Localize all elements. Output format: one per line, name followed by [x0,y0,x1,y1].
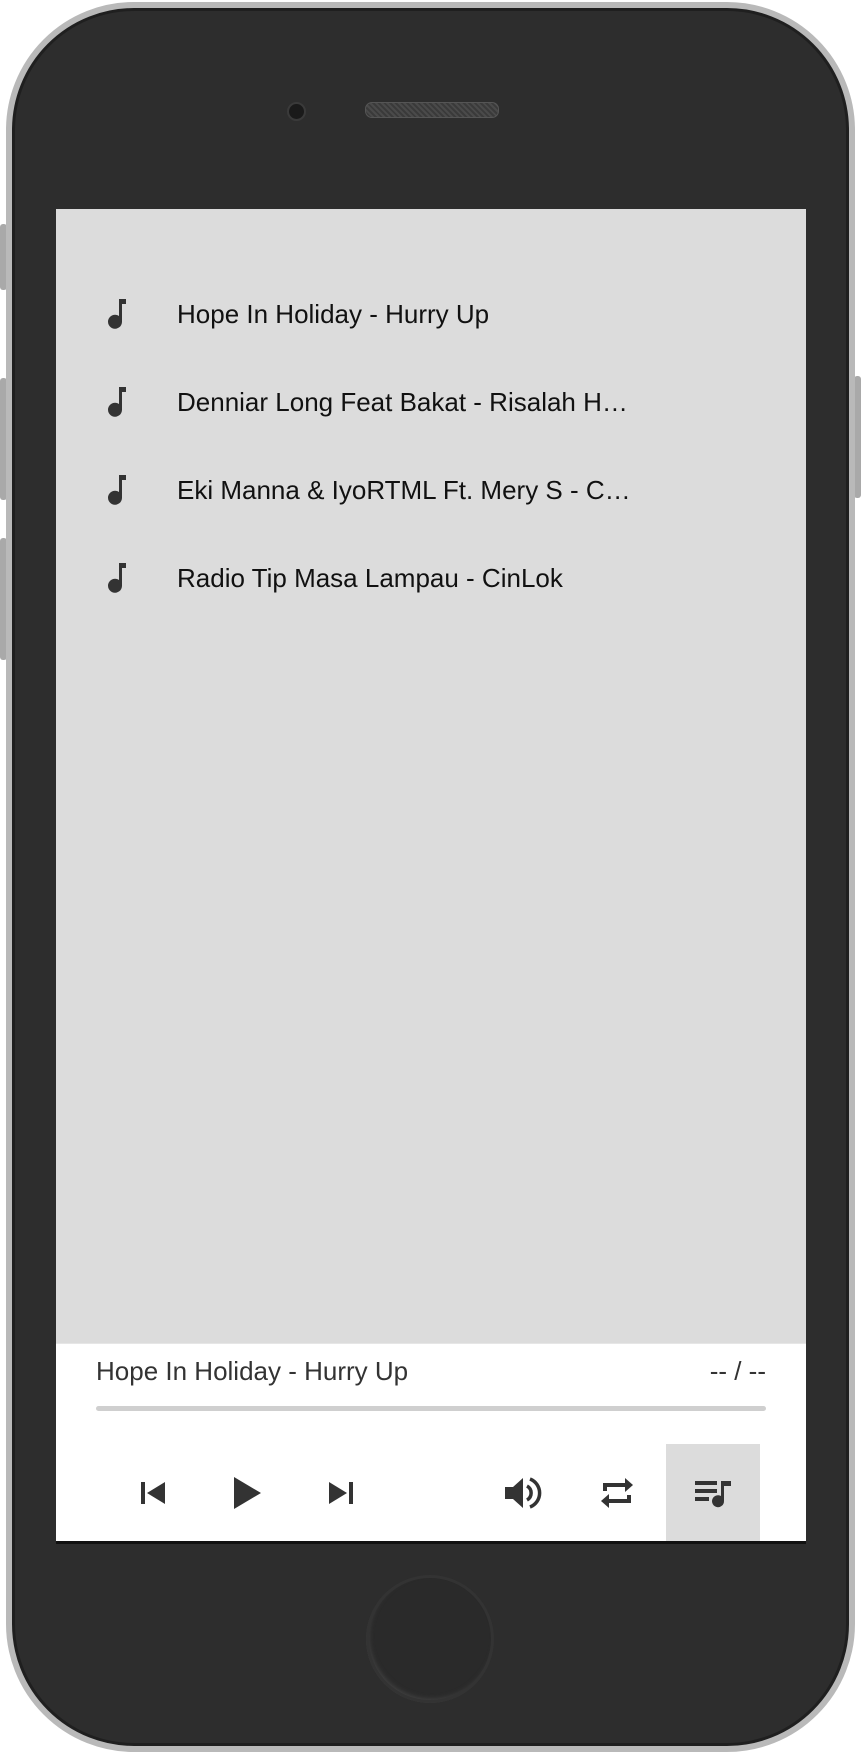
volume-button[interactable] [476,1444,570,1542]
repeat-button[interactable] [570,1444,664,1542]
now-playing-title: Hope In Holiday - Hurry Up [96,1356,409,1386]
device-stage: Hope In Holiday - Hurry Up Denniar Long … [0,0,861,1754]
music-note-icon [108,475,126,505]
skip-previous-icon [141,1482,165,1504]
list-item[interactable]: Denniar Long Feat Bakat - Risalah H… [56,362,806,442]
repeat-icon [601,1478,633,1508]
music-note-icon [108,299,126,329]
play-icon [234,1477,261,1509]
previous-button[interactable] [106,1444,200,1542]
home-button[interactable] [366,1575,494,1703]
skip-next-icon [329,1482,353,1504]
track-title: Hope In Holiday - Hurry Up [177,298,490,329]
music-note-icon [108,387,126,417]
track-title: Eki Manna & IyoRTML Ft. Mery S - C… [177,474,631,505]
time-display: -- / -- [709,1356,766,1386]
player-bar: Hope In Holiday - Hurry Up -- / -- [56,1343,806,1543]
list-item[interactable]: Eki Manna & IyoRTML Ft. Mery S - C… [56,450,806,530]
track-title: Radio Tip Masa Lampau - CinLok [177,562,563,593]
app-screen: Hope In Holiday - Hurry Up Denniar Long … [56,209,806,1543]
playlist-button[interactable] [666,1444,760,1542]
playlist: Hope In Holiday - Hurry Up Denniar Long … [56,209,806,1343]
music-note-icon [108,563,126,593]
front-camera [287,102,306,121]
progress-bar[interactable] [96,1406,766,1411]
track-title: Denniar Long Feat Bakat - Risalah H… [177,386,628,417]
list-item[interactable]: Hope In Holiday - Hurry Up [56,274,806,354]
playlist-icon [695,1481,731,1508]
next-button[interactable] [294,1444,388,1542]
power-button [854,376,861,498]
play-button[interactable] [200,1444,294,1542]
earpiece-speaker [365,102,499,118]
volume-icon [505,1477,542,1509]
list-item[interactable]: Radio Tip Masa Lampau - CinLok [56,538,806,618]
screen-edge [56,1541,806,1544]
